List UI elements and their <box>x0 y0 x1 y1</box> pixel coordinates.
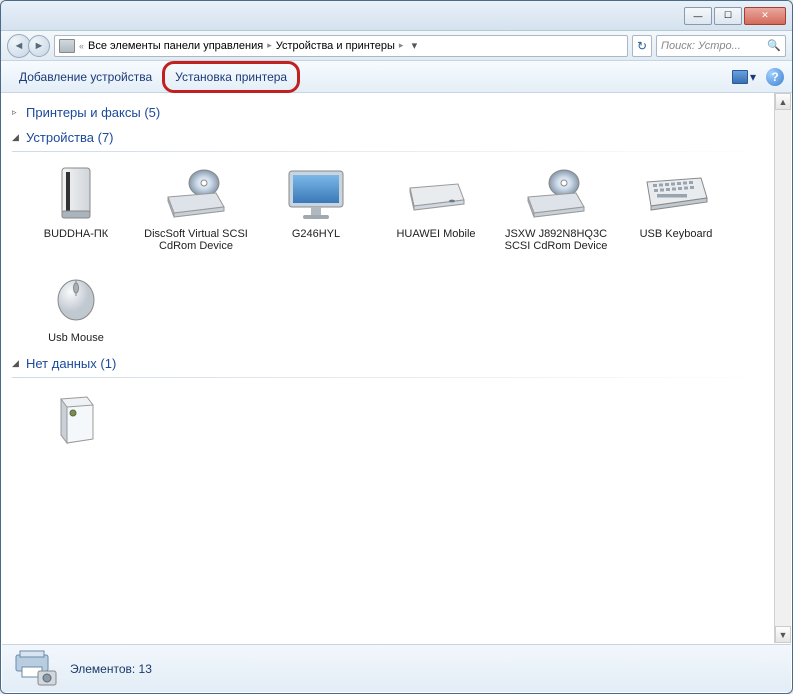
divider <box>12 377 781 378</box>
unknown-device-icon <box>41 390 111 450</box>
status-bar: Элементов: 13 <box>2 644 791 692</box>
address-dropdown[interactable]: ▾ <box>407 39 421 52</box>
device-label: HUAWEI Mobile <box>396 228 475 240</box>
titlebar: — ☐ ✕ <box>1 1 792 31</box>
minimize-button[interactable]: — <box>684 7 712 25</box>
status-count: Элементов: 13 <box>70 662 152 676</box>
close-button[interactable]: ✕ <box>744 7 786 25</box>
breadcrumb-sep-icon: ▸ <box>267 40 272 51</box>
devices-window: — ☐ ✕ ◄ ► « Все элементы панели управлен… <box>0 0 793 694</box>
section-nodata-label: Нет данных (1) <box>26 356 116 371</box>
toolbar: Добавление устройства Установка принтера… <box>1 61 792 93</box>
section-printers[interactable]: ▹ Принтеры и факсы (5) <box>12 99 781 124</box>
devices-icon <box>59 39 75 53</box>
section-nodata[interactable]: ◢ Нет данных (1) <box>12 350 781 375</box>
view-mode-button[interactable]: ▾ <box>732 70 756 84</box>
device-item-unknown[interactable] <box>20 384 132 460</box>
search-input[interactable]: Поиск: Устро... 🔍 <box>656 35 786 57</box>
address-bar: ◄ ► « Все элементы панели управления ▸ У… <box>1 31 792 61</box>
keyboard-icon <box>641 164 711 224</box>
expand-arrow-icon: ◢ <box>12 132 26 143</box>
computer-tower-icon <box>41 164 111 224</box>
refresh-button[interactable]: ↻ <box>632 35 652 57</box>
device-label: USB Keyboard <box>640 228 713 240</box>
devices-items: BUDDHA-ПК DiscSoft Virtual SCSI CdRom De… <box>12 158 781 350</box>
external-drive-icon <box>401 164 471 224</box>
device-item-mouse[interactable]: Usb Mouse <box>20 262 132 350</box>
help-button[interactable]: ? <box>766 68 784 86</box>
chevron-down-icon: ▾ <box>750 70 756 84</box>
toolbar-right: ▾ ? <box>732 68 784 86</box>
search-icon[interactable]: 🔍 <box>767 39 781 52</box>
device-item-cdrom2[interactable]: JSXW J892N8HQ3C SCSI CdRom Device <box>500 158 612 258</box>
collapse-arrow-icon: ▹ <box>12 107 26 118</box>
view-icon <box>732 70 748 84</box>
divider <box>12 151 781 152</box>
device-label: DiscSoft Virtual SCSI CdRom Device <box>142 228 250 252</box>
device-item-monitor[interactable]: G246HYL <box>260 158 372 258</box>
expand-arrow-icon: ◢ <box>12 358 26 369</box>
cdrom-drive-icon <box>161 164 231 224</box>
maximize-button[interactable]: ☐ <box>714 7 742 25</box>
address-box[interactable]: « Все элементы панели управления ▸ Устро… <box>54 35 628 57</box>
nodata-items <box>12 384 781 460</box>
monitor-icon <box>281 164 351 224</box>
scrollbar[interactable]: ▲ ▼ <box>774 93 791 643</box>
search-placeholder: Поиск: Устро... <box>661 40 741 52</box>
content-area: ▹ Принтеры и факсы (5) ◢ Устройства (7) … <box>2 93 791 643</box>
device-label: G246HYL <box>292 228 340 240</box>
printer-camera-icon <box>12 649 60 689</box>
nav-buttons: ◄ ► <box>7 34 50 58</box>
scroll-down-button[interactable]: ▼ <box>775 626 791 643</box>
device-label: JSXW J892N8HQ3C SCSI CdRom Device <box>502 228 610 252</box>
device-item-modem[interactable]: HUAWEI Mobile <box>380 158 492 258</box>
add-printer-button[interactable]: Установка принтера <box>162 61 300 93</box>
mouse-icon <box>41 268 111 328</box>
section-devices-label: Устройства (7) <box>26 130 114 145</box>
breadcrumb-control-panel[interactable]: Все элементы панели управления <box>88 40 263 52</box>
section-devices[interactable]: ◢ Устройства (7) <box>12 124 781 149</box>
add-device-button[interactable]: Добавление устройства <box>9 64 162 90</box>
scroll-up-button[interactable]: ▲ <box>775 93 791 110</box>
forward-button[interactable]: ► <box>28 35 50 57</box>
device-label: Usb Mouse <box>48 332 104 344</box>
breadcrumb-devices[interactable]: Устройства и принтеры <box>276 40 395 52</box>
cdrom-drive-icon <box>521 164 591 224</box>
breadcrumb-chevrons: « <box>79 41 84 51</box>
device-item-pc[interactable]: BUDDHA-ПК <box>20 158 132 258</box>
breadcrumb-sep-icon: ▸ <box>399 40 404 51</box>
section-printers-label: Принтеры и факсы (5) <box>26 105 160 120</box>
device-label: BUDDHA-ПК <box>44 228 108 240</box>
device-item-cdrom[interactable]: DiscSoft Virtual SCSI CdRom Device <box>140 158 252 258</box>
device-item-keyboard[interactable]: USB Keyboard <box>620 158 732 258</box>
